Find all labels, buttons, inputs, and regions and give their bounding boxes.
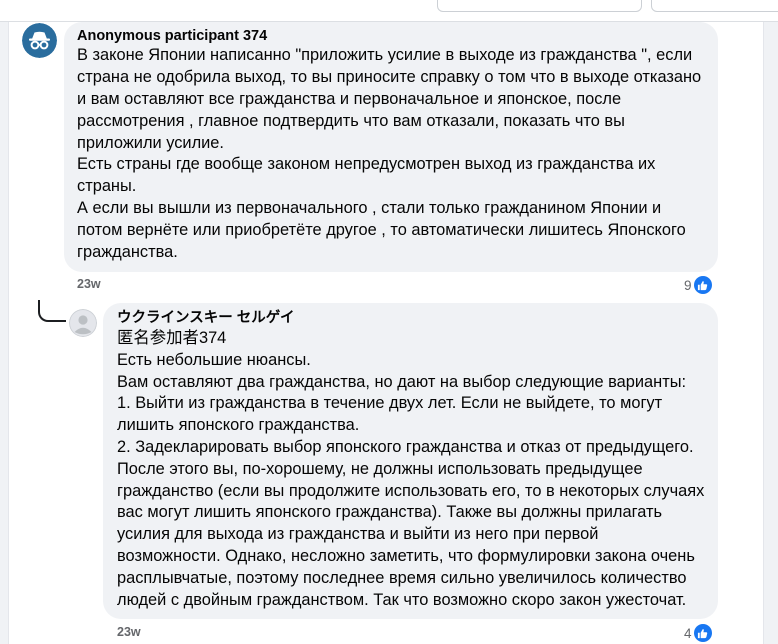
comment-line: приложили усилие.	[77, 134, 224, 152]
comment-line: А если вы вышли из первоначального , ста…	[77, 199, 662, 217]
comment-line: потом вернёте или приобретёте другое , т…	[77, 221, 686, 239]
top-bar	[0, 0, 778, 22]
reply-line: усилия для выхода из гражданства и выйти…	[117, 525, 599, 543]
comment-line: и вам оставляют все гражданства и первон…	[77, 90, 622, 108]
comment-timestamp[interactable]: 23w	[77, 277, 101, 291]
comment-like-count[interactable]: 9	[684, 276, 712, 294]
reply-timestamp[interactable]: 23w	[117, 625, 141, 639]
reply-line: 1. Выйти из гражданства в течение двух л…	[117, 394, 663, 412]
comment-line: рассмотрения , главное подтвердить что в…	[77, 112, 625, 130]
like-count-value: 9	[684, 277, 692, 293]
reply-line: вас могут лишить японского гражданства).…	[117, 503, 663, 521]
reply-line: гражданство (если вы продолжите использо…	[117, 482, 705, 500]
reply-mention-tag[interactable]: 匿名参加者374	[117, 328, 226, 350]
like-count-value: 4	[684, 625, 692, 641]
reply-line: После этого вы, по-хорошему, не должны и…	[117, 460, 643, 478]
reply-thread-connector	[38, 300, 66, 322]
top-filter-field[interactable]	[437, 0, 642, 12]
reply-line: Есть небольшие нюансы.	[117, 351, 311, 369]
comment-author[interactable]: Anonymous participant 374	[77, 27, 267, 45]
reply-like-count[interactable]: 4	[684, 624, 712, 642]
default-user-avatar-icon[interactable]	[69, 309, 97, 337]
comment-line: гражданства.	[77, 243, 178, 261]
comment-line: В законе Японии написанно "приложить уси…	[77, 46, 693, 64]
comment-line: Есть страны где вообще законом непредусм…	[77, 155, 656, 173]
reply-line: Вам оставляют два гражданства, но дают н…	[117, 373, 687, 391]
reply-line: возможности. Однако, несложно заметить, …	[117, 547, 695, 565]
thumbs-up-icon	[693, 276, 712, 294]
reply-author[interactable]: ウクラインスキー セルゲイ	[117, 309, 294, 327]
anonymous-incognito-icon[interactable]	[22, 23, 57, 58]
reply-line: 2. Задекларировать выбор японского гражд…	[117, 438, 694, 456]
thumbs-up-icon	[693, 624, 712, 642]
reply-line: лишить японского гражданства.	[117, 416, 360, 434]
comment-line: страна не одобрила выход, то вы приносит…	[77, 68, 702, 86]
comment-line: страны.	[77, 177, 137, 195]
reply-line: расплывчатые, поэтому последнее время си…	[117, 569, 687, 587]
top-sort-field[interactable]	[651, 0, 778, 12]
reply-line: людей с двойным гражданством. Так что во…	[117, 591, 687, 609]
